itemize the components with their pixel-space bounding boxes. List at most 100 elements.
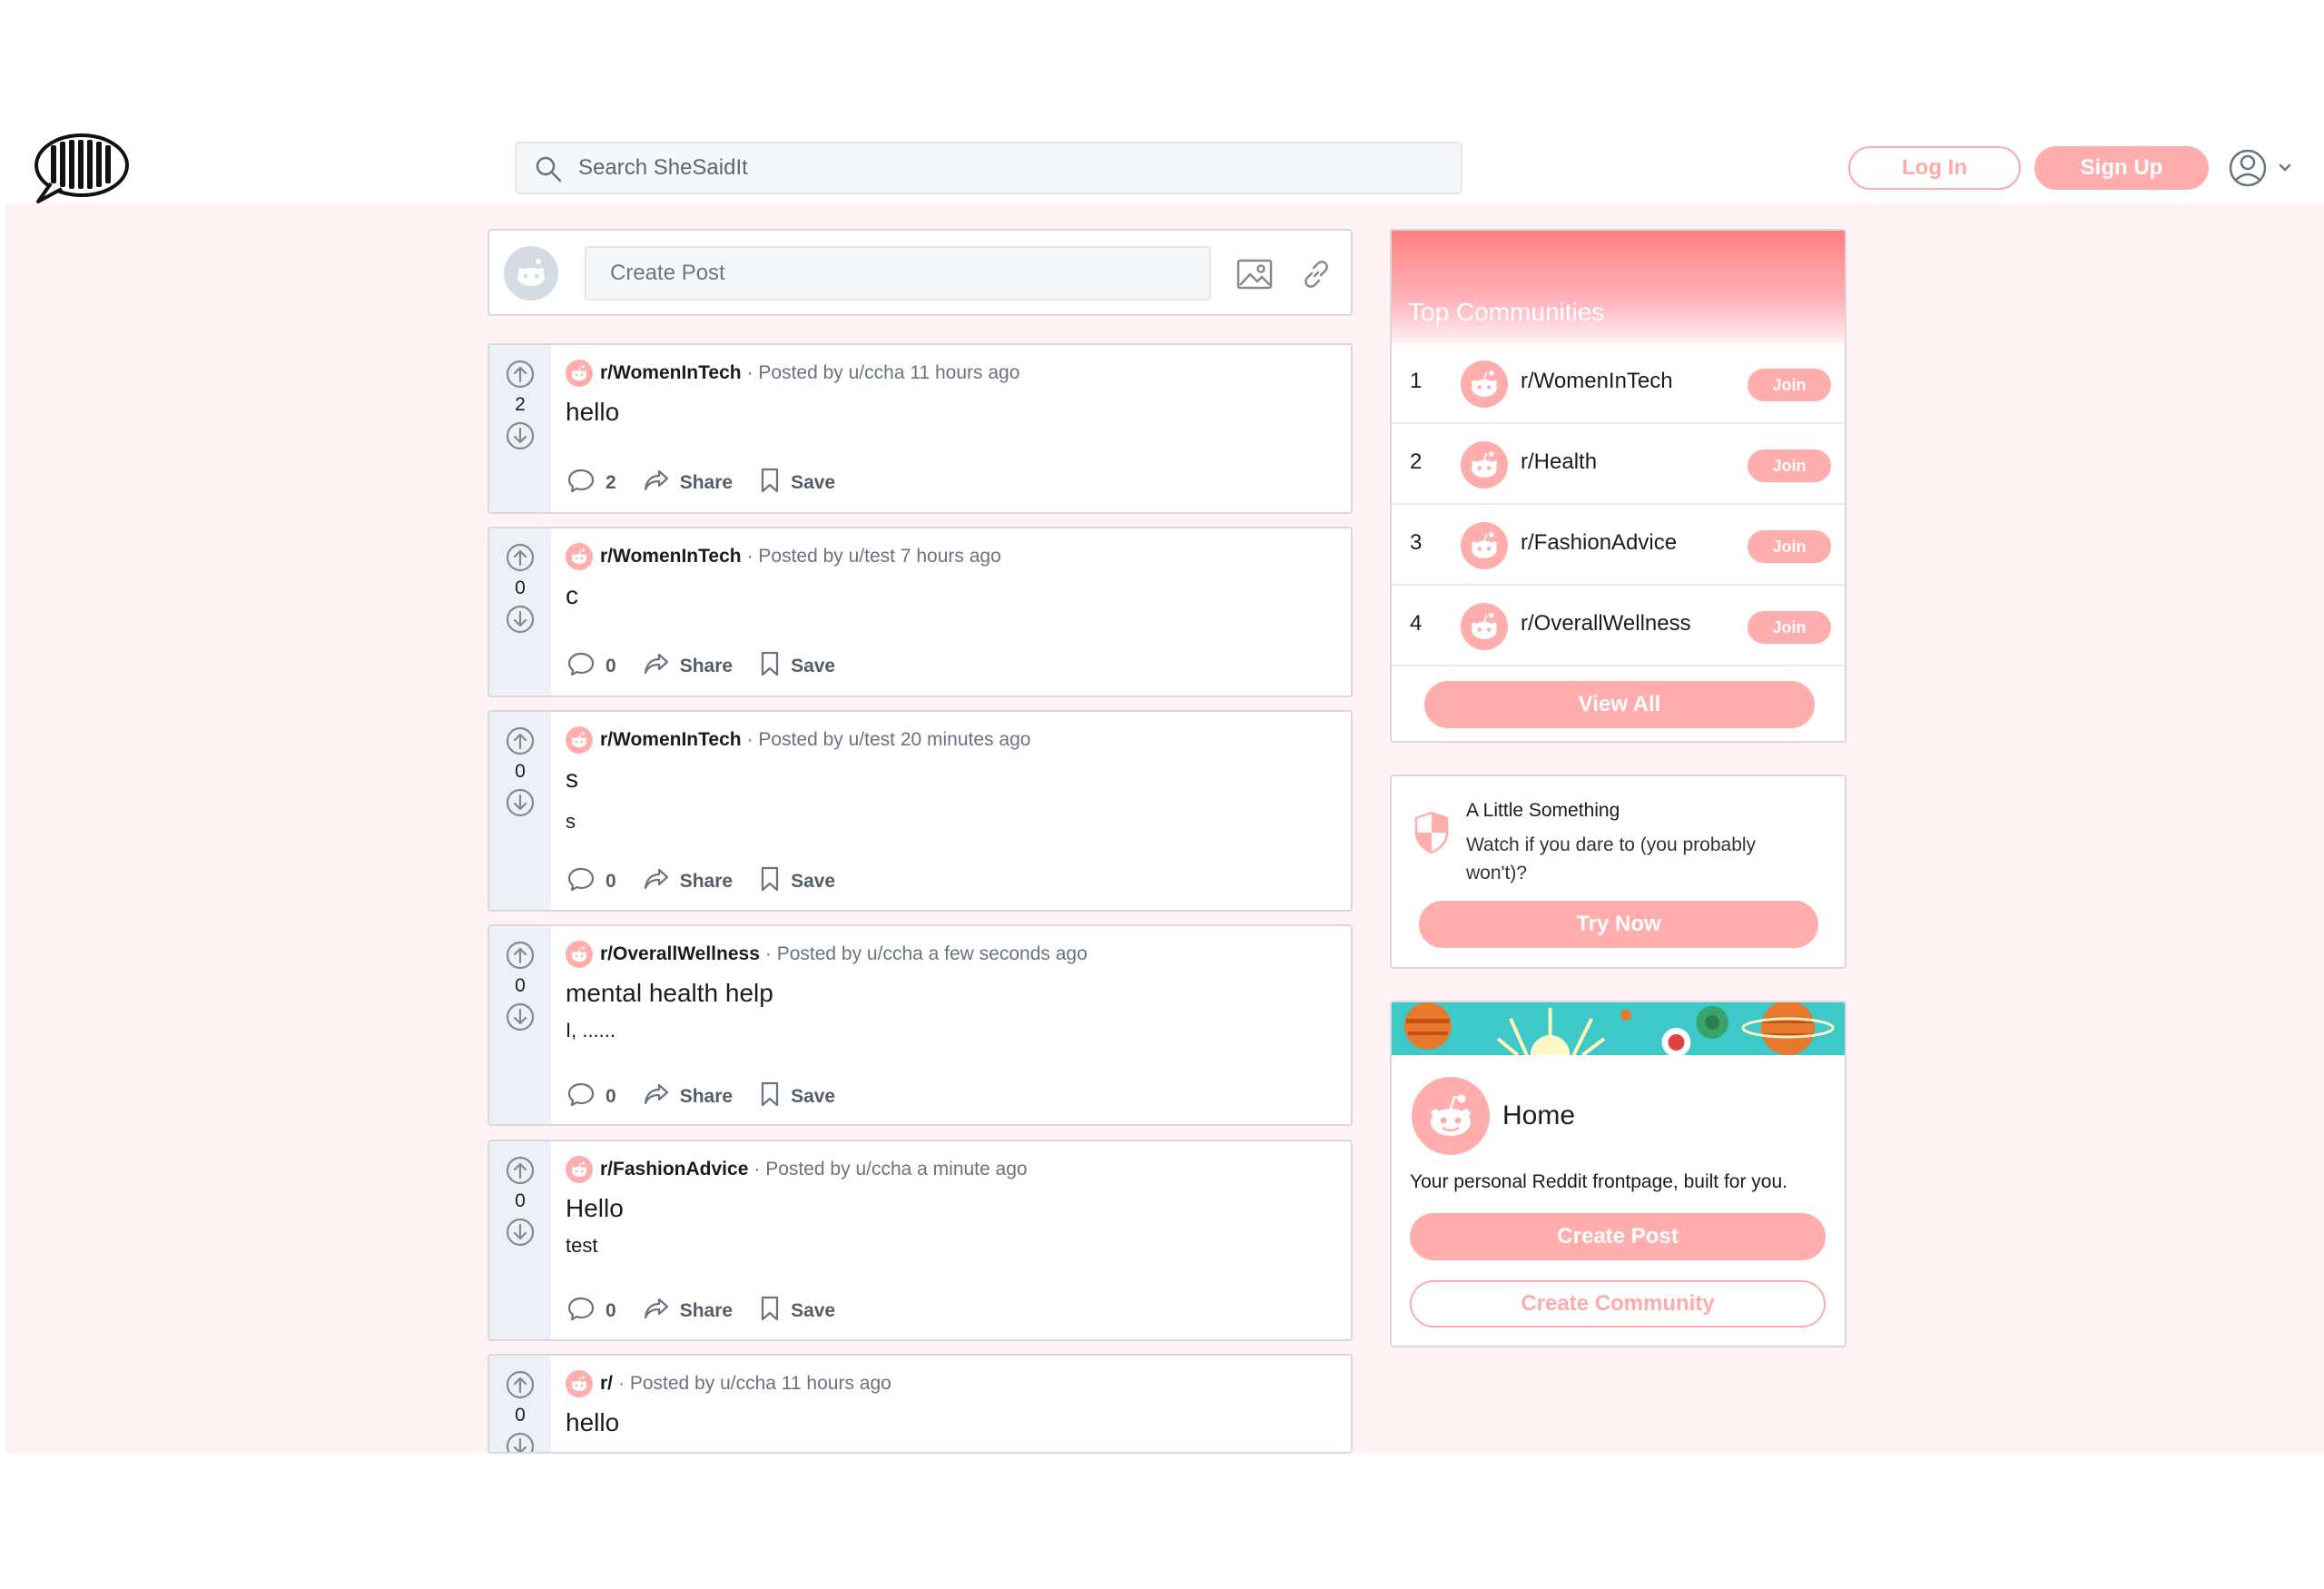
comment-count: 0 [606, 1086, 616, 1107]
home-title: Home [1502, 1100, 1576, 1130]
vote-count: 0 [515, 761, 526, 782]
community-row[interactable]: 4 r/OverallWellness Join [1392, 586, 1845, 666]
shesaidit-logo[interactable] [31, 131, 129, 205]
user-menu-dropdown[interactable] [2228, 147, 2300, 189]
subreddit-icon[interactable] [566, 726, 593, 754]
comment-count: 0 [606, 1300, 616, 1321]
post-title[interactable]: hello [566, 1408, 619, 1437]
post-meta: r/WomenInTech · Posted by u/test 7 hours … [566, 543, 1001, 570]
community-row[interactable]: 1 r/WomenInTech Join [1392, 343, 1845, 424]
try-now-button[interactable]: Try Now [1419, 901, 1818, 948]
comments-button[interactable]: 2 [567, 468, 616, 498]
post-card[interactable]: 0 r/FashionAdvice · Posted by u/ccha a min… [487, 1140, 1353, 1341]
community-icon [1461, 603, 1508, 650]
little-something-title: A Little Something [1466, 800, 1620, 821]
community-name[interactable]: r/WomenInTech [1521, 369, 1673, 394]
home-banner-image [1392, 1002, 1845, 1055]
subreddit-link[interactable]: r/WomenInTech [600, 729, 742, 751]
post-byline: · Posted by u/ccha 11 hours ago [746, 362, 1020, 383]
save-button[interactable]: Save [760, 1296, 835, 1327]
post-card[interactable]: 0 r/· Posted by u/ccha 11 hours ago hello [487, 1354, 1353, 1454]
share-button[interactable]: Share [644, 469, 733, 498]
comment-icon [567, 1081, 606, 1112]
post-actions: 0 Share Save [567, 1081, 862, 1113]
post-meta: r/FashionAdvice · Posted by u/ccha a minu… [566, 1156, 1028, 1183]
post-title[interactable]: s [566, 765, 578, 794]
bookmark-icon [760, 468, 791, 498]
subreddit-icon[interactable] [566, 360, 593, 387]
upvote-icon[interactable] [506, 726, 535, 755]
save-button[interactable]: Save [760, 468, 835, 498]
subreddit-icon[interactable] [566, 1370, 593, 1397]
comments-button[interactable]: 0 [567, 1296, 616, 1327]
downvote-icon[interactable] [506, 1218, 535, 1247]
link-icon[interactable] [1300, 258, 1333, 291]
community-rank: 3 [1410, 530, 1423, 555]
downvote-icon[interactable] [506, 788, 535, 817]
share-button[interactable]: Share [644, 652, 733, 681]
save-button[interactable]: Save [760, 1081, 835, 1112]
post-title[interactable]: c [566, 581, 578, 610]
post-title[interactable]: hello [566, 398, 619, 427]
search-bar[interactable] [515, 142, 1462, 194]
downvote-icon[interactable] [506, 421, 535, 450]
upvote-icon[interactable] [506, 360, 535, 389]
share-button[interactable]: Share [644, 1082, 733, 1111]
search-input[interactable] [578, 143, 1432, 192]
post-title[interactable]: mental health help [566, 979, 773, 1008]
view-all-button[interactable]: View All [1424, 681, 1815, 728]
join-button[interactable]: Join [1748, 449, 1831, 482]
comments-button[interactable]: 0 [567, 651, 616, 682]
save-button[interactable]: Save [760, 866, 835, 897]
subreddit-icon[interactable] [566, 1156, 593, 1183]
comments-button[interactable]: 0 [567, 866, 616, 897]
create-community-button[interactable]: Create Community [1410, 1280, 1826, 1327]
save-label: Save [791, 656, 836, 676]
upvote-icon[interactable] [506, 1156, 535, 1185]
home-card: Home Your personal Reddit frontpage, bui… [1390, 1001, 1846, 1347]
upvote-icon[interactable] [506, 1370, 535, 1399]
post-meta: r/OverallWellness · Posted by u/ccha a fe… [566, 941, 1088, 968]
signup-button[interactable]: Sign Up [2034, 146, 2209, 190]
community-row[interactable]: 2 r/Health Join [1392, 424, 1845, 505]
login-button[interactable]: Log In [1848, 146, 2021, 190]
subreddit-link[interactable]: r/WomenInTech [600, 546, 742, 568]
upvote-icon[interactable] [506, 543, 535, 572]
vote-count: 0 [515, 577, 526, 598]
share-button[interactable]: Share [644, 867, 733, 896]
join-button[interactable]: Join [1748, 369, 1831, 401]
join-button[interactable]: Join [1748, 611, 1831, 644]
community-name[interactable]: r/OverallWellness [1521, 611, 1691, 637]
comments-button[interactable]: 0 [567, 1081, 616, 1112]
subreddit-link[interactable]: r/OverallWellness [600, 943, 760, 965]
downvote-icon[interactable] [506, 1432, 535, 1452]
post-card[interactable]: 0 r/OverallWellness · Posted by u/ccha a f… [487, 924, 1353, 1126]
join-button[interactable]: Join [1748, 530, 1831, 563]
post-card[interactable]: 0 r/WomenInTech · Posted by u/test 20 minu… [487, 710, 1353, 912]
downvote-icon[interactable] [506, 1002, 535, 1031]
community-row[interactable]: 3 r/FashionAdvice Join [1392, 505, 1845, 586]
post-byline: · Posted by u/test 7 hours ago [746, 546, 1001, 567]
subreddit-link[interactable]: r/ [600, 1373, 613, 1395]
community-name[interactable]: r/FashionAdvice [1521, 530, 1677, 556]
user-avatar-icon [504, 246, 558, 301]
post-card[interactable]: 0 r/WomenInTech · Posted by u/test 7 hours… [487, 527, 1353, 697]
community-name[interactable]: r/Health [1521, 449, 1597, 475]
upvote-icon[interactable] [506, 941, 535, 970]
downvote-icon[interactable] [506, 605, 535, 634]
subreddit-icon[interactable] [566, 543, 593, 570]
subreddit-link[interactable]: r/WomenInTech [600, 362, 742, 384]
bookmark-icon [760, 1296, 791, 1327]
share-label: Share [679, 472, 734, 493]
subreddit-icon[interactable] [566, 941, 593, 968]
save-button[interactable]: Save [760, 651, 835, 682]
subreddit-link[interactable]: r/FashionAdvice [600, 1159, 748, 1180]
post-title[interactable]: Hello [566, 1194, 624, 1223]
post-card[interactable]: 2 r/WomenInTech · Posted by u/ccha 11 hour… [487, 343, 1353, 514]
image-upload-icon[interactable] [1236, 258, 1273, 291]
create-post-button[interactable]: Create Post [1410, 1213, 1826, 1260]
vote-column: 0 [489, 926, 551, 1124]
create-post-input[interactable] [585, 246, 1211, 301]
community-icon [1461, 441, 1508, 489]
share-button[interactable]: Share [644, 1297, 733, 1326]
